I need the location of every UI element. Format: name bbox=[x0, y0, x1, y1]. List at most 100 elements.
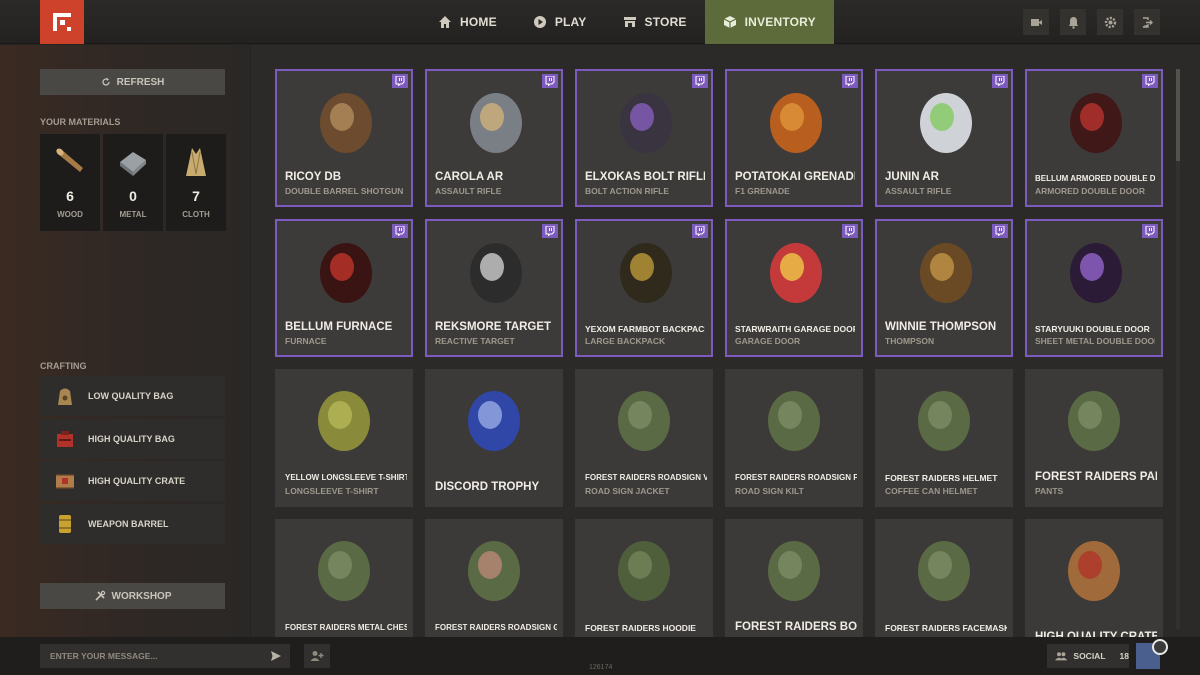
sidebar: REFRESH YOUR MATERIALS 6 WOOD 0 METAL 7 … bbox=[0, 45, 250, 637]
inventory-panel: RICOY DB DOUBLE BARREL SHOTGUN CAROLA AR AS… bbox=[251, 45, 1200, 637]
inventory-item-card[interactable]: FOREST RAIDERS FACEMASKMETAL FACEMASK bbox=[875, 519, 1013, 637]
rust-logo[interactable] bbox=[40, 0, 84, 44]
nav-play-label: PLAY bbox=[554, 15, 587, 29]
inventory-item-card[interactable]: FOREST RAIDERS METAL CHEST P...METAL CHE… bbox=[275, 519, 413, 637]
item-type: GARAGE DOOR bbox=[735, 336, 801, 346]
inventory-item-card[interactable]: CAROLA AR ASSAULT RIFLE bbox=[425, 69, 563, 207]
item-type: THOMPSON bbox=[885, 336, 935, 346]
chat-input[interactable]: ENTER YOUR MESSAGE... bbox=[40, 644, 290, 668]
inventory-item-card[interactable]: WINNIE THOMPSON THOMPSON bbox=[875, 219, 1013, 357]
video-camera-icon bbox=[1030, 18, 1042, 26]
item-name: FOREST RAIDERS ROADSIGN VEST bbox=[585, 473, 707, 482]
video-button[interactable] bbox=[1023, 9, 1049, 35]
chat-placeholder: ENTER YOUR MESSAGE... bbox=[50, 651, 158, 661]
inventory-item-card[interactable]: STARWRAITH GARAGE DOOR GARAGE DOOR bbox=[725, 219, 863, 357]
inventory-item-card[interactable]: ELXOKAS BOLT RIFLE BOLT ACTION RIFLE bbox=[575, 69, 713, 207]
craft-high-quality-bag[interactable]: HIGH QUALITY BAG bbox=[40, 418, 225, 459]
add-friend-icon bbox=[310, 651, 324, 661]
inventory-item-card[interactable]: YELLOW LONGSLEEVE T-SHIRT LONGSLEEVE T-SH… bbox=[275, 369, 413, 507]
refresh-label: REFRESH bbox=[116, 76, 165, 88]
craft-label: HIGH QUALITY BAG bbox=[88, 433, 175, 444]
item-type: ROAD SIGN KILT bbox=[735, 486, 804, 496]
material-wood: 6 WOOD bbox=[40, 134, 100, 231]
craft-weapon-barrel[interactable]: WEAPON BARREL bbox=[40, 503, 225, 544]
workshop-label: WORKSHOP bbox=[111, 590, 172, 602]
item-image bbox=[911, 81, 981, 161]
bottom-bar: ENTER YOUR MESSAGE... 126174 SOCIAL 18 bbox=[0, 637, 1200, 675]
nav-play[interactable]: PLAY bbox=[515, 0, 605, 44]
item-name: FOREST RAIDERS ROADSIGN PANTS bbox=[735, 473, 857, 482]
social-button[interactable]: SOCIAL 18 bbox=[1047, 644, 1129, 668]
twitch-drop-icon bbox=[692, 224, 708, 238]
item-name: POTATOKAI GRENADE bbox=[735, 171, 855, 183]
inventory-item-card[interactable]: FOREST RAIDERS BOOTSBOOTS bbox=[725, 519, 863, 637]
inventory-item-card[interactable]: POTATOKAI GRENADE F1 GRENADE bbox=[725, 69, 863, 207]
item-type: COFFEE CAN HELMET bbox=[885, 486, 978, 496]
materials-panel: 6 WOOD 0 METAL 7 CLOTH bbox=[40, 134, 226, 231]
craft-label: LOW QUALITY BAG bbox=[88, 391, 174, 401]
inventory-item-card[interactable]: BELLUM ARMORED DOUBLE DOOR ARMORED DOUBLE… bbox=[1025, 69, 1163, 207]
inventory-item-card[interactable]: FOREST RAIDERS PANTS PANTS bbox=[1025, 369, 1163, 507]
metal-icon bbox=[120, 152, 146, 176]
item-image bbox=[311, 81, 381, 161]
scrollbar-thumb[interactable] bbox=[1176, 69, 1180, 161]
inventory-scrollbar[interactable] bbox=[1176, 69, 1180, 629]
inventory-item-card[interactable]: FOREST RAIDERS HELMET COFFEE CAN HELMET bbox=[875, 369, 1013, 507]
inventory-item-card[interactable]: BELLUM FURNACE FURNACE bbox=[275, 219, 413, 357]
nav-inventory[interactable]: INVENTORY bbox=[704, 0, 834, 44]
inventory-item-card[interactable]: STARYUUKI DOUBLE DOOR SHEET METAL DOUBLE … bbox=[1025, 219, 1163, 357]
item-type: BOLT ACTION RIFLE bbox=[585, 186, 670, 196]
inventory-item-card[interactable]: REKSMORE TARGET REACTIVE TARGET bbox=[425, 219, 563, 357]
send-icon[interactable] bbox=[270, 650, 282, 662]
gear-icon bbox=[1104, 16, 1116, 28]
item-name: WINNIE THOMPSON bbox=[885, 321, 997, 333]
inventory-item-card[interactable]: FOREST RAIDERS ROADSIGN PANTS ROAD SIGN K… bbox=[725, 369, 863, 507]
social-label: SOCIAL bbox=[1073, 651, 1106, 661]
nav-store-label: STORE bbox=[644, 15, 687, 29]
item-name: ELXOKAS BOLT RIFLE bbox=[585, 171, 705, 183]
exit-button[interactable] bbox=[1134, 9, 1160, 35]
crafting-list: LOW QUALITY BAG HIGH QUALITY BAG HIGH QU… bbox=[40, 376, 225, 546]
inventory-icon bbox=[723, 16, 736, 28]
low-quality-bag-icon bbox=[58, 388, 72, 405]
store-icon bbox=[623, 17, 636, 27]
settings-button[interactable] bbox=[1097, 9, 1123, 35]
item-image bbox=[761, 81, 831, 161]
workshop-button[interactable]: WORKSHOP bbox=[40, 583, 225, 609]
inventory-item-card[interactable]: RICOY DB DOUBLE BARREL SHOTGUN bbox=[275, 69, 413, 207]
item-image bbox=[909, 529, 979, 609]
item-type: ASSAULT RIFLE bbox=[435, 186, 502, 196]
tools-icon bbox=[94, 590, 105, 601]
wood-value: 6 bbox=[66, 188, 74, 204]
crate-icon bbox=[56, 474, 74, 489]
notifications-button[interactable] bbox=[1060, 9, 1086, 35]
item-name: CAROLA AR bbox=[435, 171, 504, 183]
craft-label: HIGH QUALITY CRATE bbox=[88, 476, 186, 486]
craft-low-quality-bag[interactable]: LOW QUALITY BAG bbox=[40, 376, 225, 416]
nav-store[interactable]: STORE bbox=[605, 0, 705, 44]
play-icon bbox=[533, 16, 546, 28]
twitch-drop-icon bbox=[992, 74, 1008, 88]
item-image bbox=[1061, 231, 1131, 311]
item-image bbox=[309, 529, 379, 609]
item-type: PANTS bbox=[1035, 486, 1064, 496]
inventory-item-card[interactable]: DISCORD TROPHY bbox=[425, 369, 563, 507]
inventory-item-card[interactable]: HIGH QUALITY CRATE bbox=[1025, 519, 1163, 637]
inventory-item-card[interactable]: FOREST RAIDERS ROADSIGN VEST ROAD SIGN JA… bbox=[575, 369, 713, 507]
nav-home[interactable]: HOME bbox=[420, 0, 515, 44]
inventory-item-card[interactable]: YEXOM FARMBOT BACKPACK LARGE BACKPACK bbox=[575, 219, 713, 357]
item-image bbox=[311, 231, 381, 311]
item-image bbox=[459, 529, 529, 609]
craft-high-quality-crate[interactable]: HIGH QUALITY CRATE bbox=[40, 461, 225, 501]
item-name: RICOY DB bbox=[285, 171, 342, 183]
item-type: F1 GRENADE bbox=[735, 186, 790, 196]
inventory-item-card[interactable]: FOREST RAIDERS HOODIEHOODIE bbox=[575, 519, 713, 637]
twitch-drop-icon bbox=[842, 74, 858, 88]
add-friend-button[interactable] bbox=[304, 644, 330, 668]
refresh-button[interactable]: REFRESH bbox=[40, 69, 225, 95]
item-image bbox=[309, 379, 379, 459]
item-type: SHEET METAL DOUBLE DOOR bbox=[1035, 336, 1155, 346]
inventory-item-card[interactable]: JUNIN AR ASSAULT RIFLE bbox=[875, 69, 1013, 207]
inventory-item-card[interactable]: FOREST RAIDERS ROADSIGN GLOV...ROAD SIGN… bbox=[425, 519, 563, 637]
item-type: LONGSLEEVE T-SHIRT bbox=[285, 486, 379, 496]
